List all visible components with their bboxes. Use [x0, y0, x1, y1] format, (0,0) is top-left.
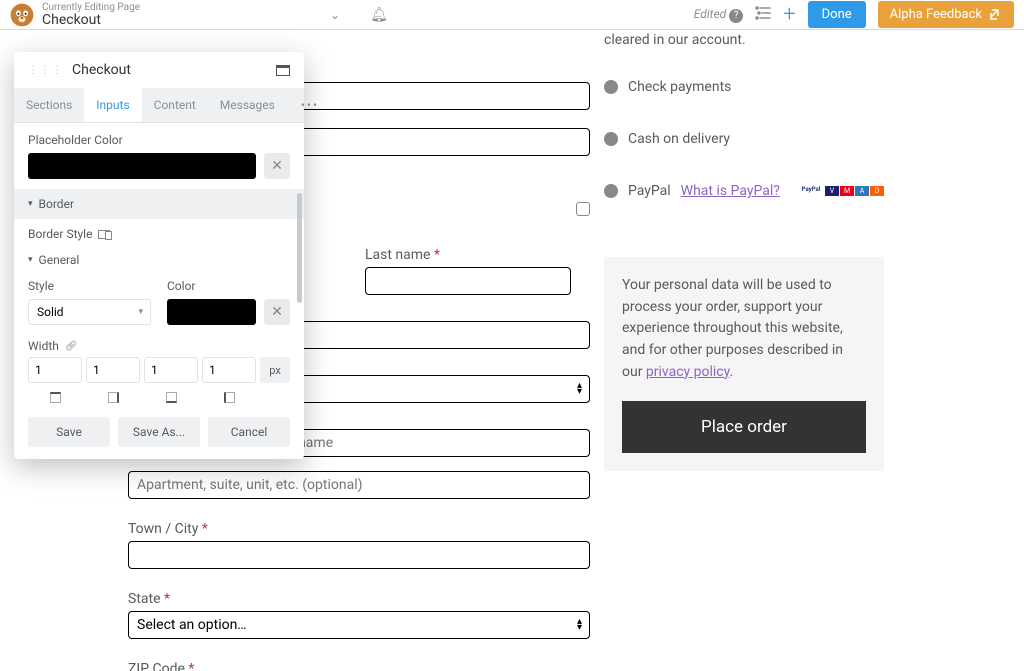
tab-more-icon[interactable]: •••	[287, 88, 333, 122]
border-side-right-icon	[86, 389, 140, 405]
edited-status: Edited?	[694, 7, 743, 23]
done-button[interactable]: Done	[808, 1, 866, 28]
tab-content[interactable]: Content	[142, 88, 208, 122]
help-icon[interactable]: ?	[729, 9, 743, 23]
chevron-down-icon: ▾	[28, 199, 33, 209]
editing-label: Currently Editing Page	[42, 3, 140, 13]
responsive-icon[interactable]	[98, 230, 110, 239]
privacy-policy-link[interactable]: privacy policy	[646, 364, 730, 380]
border-side-left-icon	[202, 389, 256, 405]
border-side-top-icon	[28, 389, 82, 405]
place-order-button[interactable]: Place order	[622, 401, 866, 453]
editor-header[interactable]: ⋮⋮⋮ Checkout	[14, 52, 304, 88]
field-label-zip: ZIP Code *	[128, 661, 590, 671]
width-bottom-input[interactable]	[144, 357, 198, 383]
editor-tabs: Sections Inputs Content Messages •••	[14, 88, 304, 123]
field-label-town: Town / City *	[128, 521, 590, 537]
what-is-paypal-link[interactable]: What is PayPal?	[681, 183, 780, 199]
payment-note: cleared in our account.	[604, 30, 884, 51]
order-summary: cleared in our account. Check payments C…	[604, 30, 884, 471]
payment-option-paypal[interactable]: PayPal What is PayPal? PayPal V M A D	[604, 165, 884, 217]
payment-option-check[interactable]: Check payments	[604, 61, 884, 113]
cancel-button[interactable]: Cancel	[208, 417, 290, 447]
radio-icon	[604, 184, 618, 198]
tab-messages[interactable]: Messages	[208, 88, 287, 122]
width-top-input[interactable]	[28, 357, 82, 383]
payment-option-cod[interactable]: Cash on delivery	[604, 113, 884, 165]
notifications-bell-icon[interactable]: 🔔︎	[370, 7, 388, 23]
radio-icon	[604, 132, 618, 146]
color-label: Color	[167, 279, 290, 293]
border-side-bottom-icon	[144, 389, 198, 405]
unit-px[interactable]: px	[260, 357, 290, 383]
town-input[interactable]	[128, 541, 590, 569]
width-right-input[interactable]	[86, 357, 140, 383]
border-style-label: Border Style	[28, 227, 290, 241]
link-values-icon[interactable]: 🔗︎	[65, 341, 78, 352]
page-switch-chevron-icon[interactable]: ⌄	[330, 8, 340, 22]
save-as-button[interactable]: Save As...	[118, 417, 200, 447]
page-title: Checkout	[42, 13, 140, 27]
style-label: Style	[28, 279, 151, 293]
tab-inputs[interactable]: Inputs	[84, 88, 141, 122]
general-accordion[interactable]: ▾ General	[28, 245, 290, 275]
editing-context: Currently Editing Page Checkout	[42, 3, 140, 27]
add-module-icon[interactable]: +	[783, 2, 795, 27]
privacy-text: Your personal data will be used to proce…	[622, 275, 866, 383]
tab-sections[interactable]: Sections	[14, 88, 84, 122]
app-logo	[10, 3, 34, 27]
chevron-down-icon: ▾	[138, 307, 143, 317]
outline-icon[interactable]	[755, 5, 771, 24]
drag-handle-icon[interactable]: ⋮⋮⋮	[28, 65, 64, 76]
radio-icon	[604, 80, 618, 94]
card-logos: PayPal V M A D	[798, 186, 884, 196]
field-label-last-name: Last name *	[365, 247, 590, 263]
state-select[interactable]: Select an option…	[128, 611, 590, 639]
border-accordion[interactable]: ▾ Border	[14, 189, 304, 219]
chevron-down-icon: ▾	[28, 255, 33, 265]
alpha-feedback-button[interactable]: Alpha Feedback	[878, 1, 1014, 28]
save-button[interactable]: Save	[28, 417, 110, 447]
placeholder-color-label: Placeholder Color	[28, 133, 290, 147]
editor-title: Checkout	[72, 62, 276, 78]
module-editor-panel: ⋮⋮⋮ Checkout Sections Inputs Content Mes…	[14, 52, 304, 459]
width-left-input[interactable]	[202, 357, 256, 383]
maximize-icon[interactable]	[276, 65, 290, 76]
border-style-select[interactable]: Solid	[28, 299, 151, 325]
apartment-input[interactable]	[128, 471, 590, 499]
placeholder-color-swatch[interactable]	[28, 153, 256, 179]
clear-color-icon[interactable]: ✕	[264, 299, 290, 325]
editor-scrollbar[interactable]	[297, 193, 302, 353]
last-name-input[interactable]	[365, 267, 571, 295]
ship-different-checkbox[interactable]	[576, 202, 590, 216]
top-bar: Currently Editing Page Checkout ⌄ 🔔︎ Edi…	[0, 0, 1024, 30]
privacy-box: Your personal data will be used to proce…	[604, 257, 884, 471]
border-color-swatch[interactable]	[167, 299, 256, 325]
clear-color-icon[interactable]: ✕	[264, 153, 290, 179]
width-label: Width 🔗︎	[28, 339, 290, 353]
field-label-state: State *	[128, 591, 590, 607]
